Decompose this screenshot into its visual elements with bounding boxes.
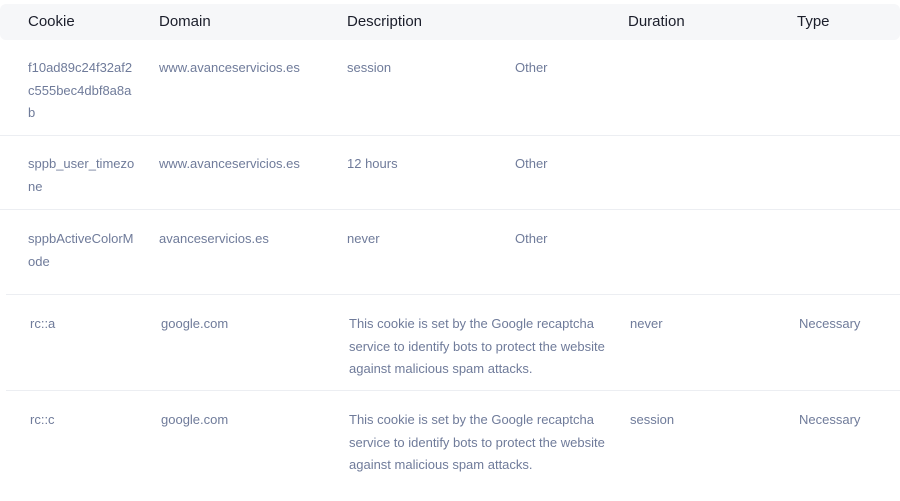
cookie-name-cell: rc::a — [30, 316, 56, 331]
header-description: Description — [347, 13, 423, 30]
cookie-name-cell: rc::c — [30, 412, 55, 427]
description-cell: session — [347, 60, 392, 75]
domain-cell: avanceservicios.es — [159, 231, 269, 246]
header-type: Type — [797, 13, 830, 30]
description-cell: This cookie is set by the Google recaptc… — [349, 316, 605, 376]
duration-cell: session — [630, 412, 675, 427]
domain-cell: www.avanceservicios.es — [159, 156, 300, 171]
type-cell: Other — [515, 156, 548, 171]
cookie-table: Cookie Domain Description Duration Type … — [0, 0, 900, 501]
cookie-name-cell: sppbActiveColorMode — [28, 231, 134, 269]
table-row: rc::c google.com This cookie is set by t… — [0, 409, 900, 489]
table-row: rc::a google.com This cookie is set by t… — [0, 313, 900, 391]
header-domain: Domain — [159, 13, 211, 30]
type-cell: Other — [515, 60, 548, 75]
row-divider — [6, 294, 900, 295]
table-row: f10ad89c24f32af2c555bec4dbf8a8ab www.ava… — [0, 57, 900, 136]
description-cell: never — [347, 231, 380, 246]
domain-cell: google.com — [161, 412, 229, 427]
row-divider — [0, 209, 900, 210]
table-row: sppbActiveColorMode avanceservicios.es n… — [0, 228, 900, 295]
table-row: sppb_user_timezone www.avanceservicios.e… — [0, 153, 900, 210]
cookie-name-cell: sppb_user_timezone — [28, 156, 135, 194]
description-cell: This cookie is set by the Google recaptc… — [349, 412, 605, 472]
row-divider — [6, 390, 900, 391]
cookie-name-cell: f10ad89c24f32af2c555bec4dbf8a8ab — [28, 60, 133, 120]
header-cookie: Cookie — [28, 13, 75, 30]
description-cell: 12 hours — [347, 156, 398, 171]
domain-cell: google.com — [161, 316, 229, 331]
table-header: Cookie Domain Description Duration Type — [0, 4, 900, 40]
domain-cell: www.avanceservicios.es — [159, 60, 300, 75]
row-divider — [0, 135, 900, 136]
header-duration: Duration — [628, 13, 685, 30]
duration-cell: never — [630, 316, 663, 331]
type-cell: Necessary — [799, 412, 861, 427]
type-cell: Necessary — [799, 316, 861, 331]
type-cell: Other — [515, 231, 548, 246]
